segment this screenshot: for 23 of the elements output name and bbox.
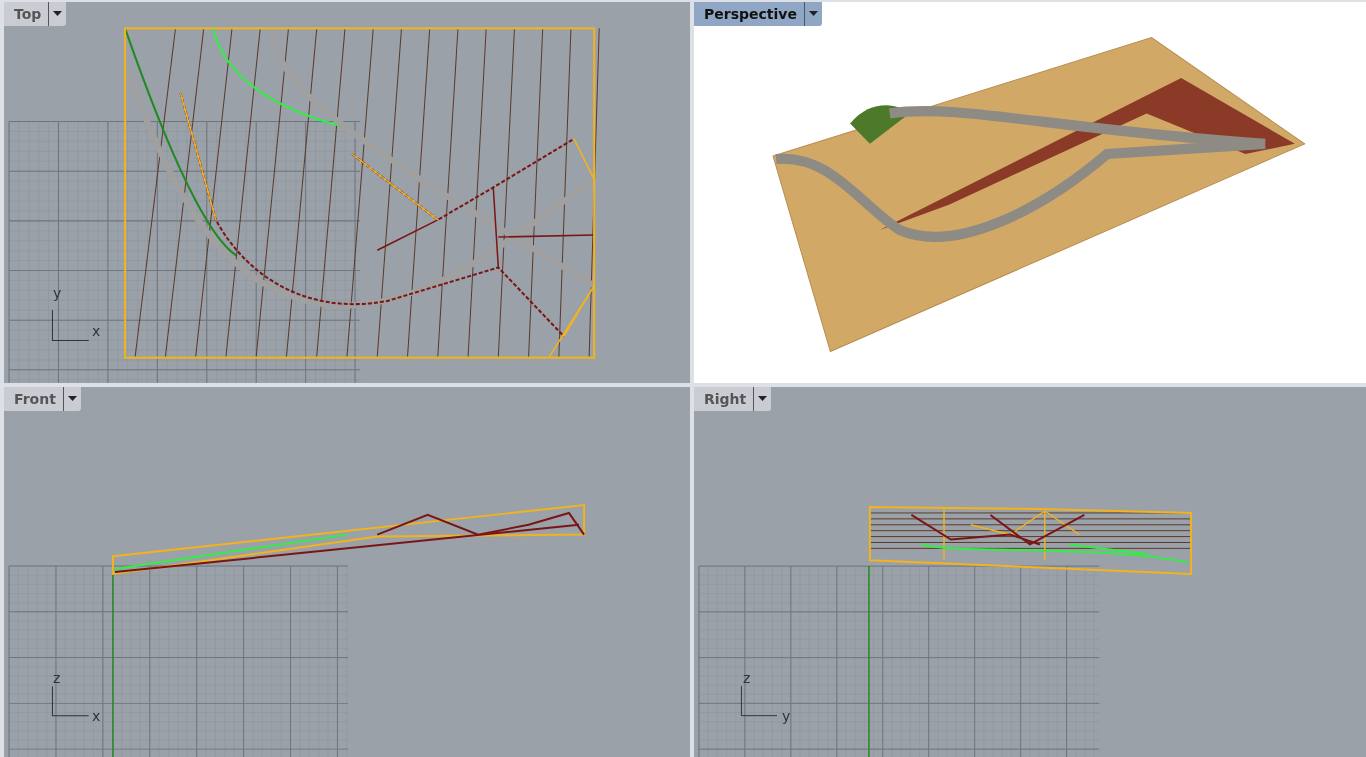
viewport-tab[interactable]: Top (4, 2, 50, 26)
axis-icon (51, 309, 90, 341)
viewport-tab[interactable]: Perspective (694, 2, 805, 26)
viewport-tab[interactable]: Right (694, 387, 755, 411)
axis-label: y (53, 286, 62, 300)
viewport[interactable]: Perspective (694, 2, 1366, 383)
axis-label: x (92, 324, 101, 338)
caret-icon (808, 11, 818, 17)
dropdown-button[interactable] (754, 387, 772, 411)
axis-icon (740, 685, 778, 717)
caret-icon (53, 11, 63, 17)
axis-label: x (92, 709, 101, 723)
caret-icon (758, 396, 768, 402)
viewport[interactable]: Front z x (4, 387, 690, 757)
axis-label: y (782, 709, 791, 723)
axis-icon (51, 685, 90, 717)
axis-label: z (53, 671, 61, 685)
axis-label: z (743, 671, 751, 685)
viewport-tab[interactable]: Front (4, 387, 64, 411)
caret-icon (67, 396, 77, 402)
viewport[interactable]: Top y x (4, 2, 690, 383)
dropdown-button[interactable] (49, 2, 67, 26)
viewport[interactable]: Right z y (694, 387, 1366, 757)
